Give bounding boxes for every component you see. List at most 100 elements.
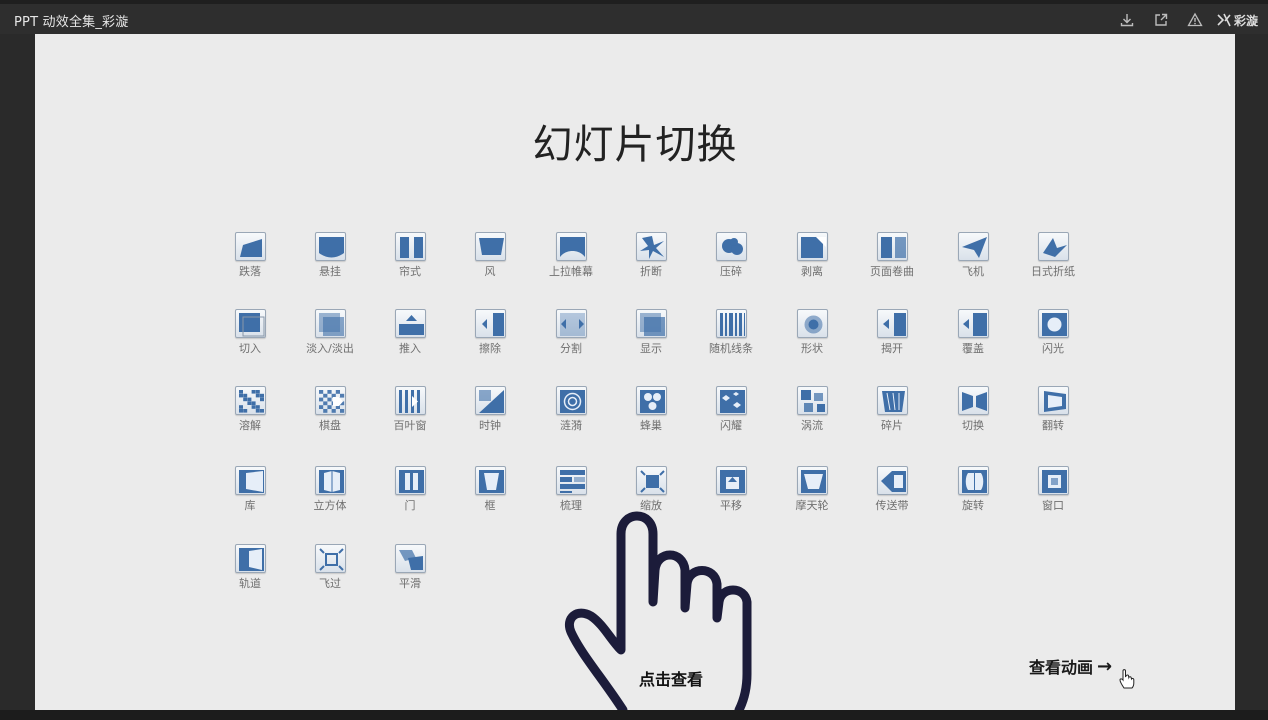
view-animation-link[interactable]: 查看动画 → [1029,654,1112,678]
push-icon [394,309,426,338]
brand-icon [1217,13,1231,27]
download-icon [1120,14,1134,27]
transition-label: 覆盖 [962,342,984,355]
flip-icon [1037,386,1069,415]
transition-label: 闪光 [1042,342,1064,355]
transition-label: 日式折纸 [1031,265,1075,278]
transition-item[interactable]: 形状 [777,309,847,365]
transition-label: 轨道 [239,577,261,590]
fly-through-icon [314,544,346,573]
transition-item[interactable]: 闪耀 [696,386,766,442]
transition-item[interactable]: 分割 [536,309,606,365]
transition-item[interactable]: 压碎 [696,232,766,288]
report-button[interactable] [1184,9,1206,31]
transition-item[interactable]: 风 [455,232,525,288]
transition-item[interactable]: 揭开 [857,309,927,365]
peel-off-icon [796,232,828,261]
transition-label: 切入 [239,342,261,355]
transition-item[interactable]: 涟漪 [536,386,606,442]
drape-icon [314,232,346,261]
box-icon [474,466,506,495]
origami-icon [1037,232,1069,261]
transition-item[interactable]: 窗口 [1018,466,1088,522]
crush-icon [715,232,747,261]
conveyor-icon [876,466,908,495]
transition-item[interactable]: 平滑 [375,544,445,600]
transition-item[interactable]: 推入 [375,309,445,365]
transition-item[interactable]: 切换 [938,386,1008,442]
ferris-wheel-icon [796,466,828,495]
transition-item[interactable]: 覆盖 [938,309,1008,365]
transition-item[interactable]: 翻转 [1018,386,1088,442]
switch-icon [957,386,989,415]
clock-icon [474,386,506,415]
transition-item[interactable]: 门 [375,466,445,522]
split-icon [555,309,587,338]
transition-label: 溶解 [239,419,261,432]
arrow-right-icon: → [1097,655,1113,677]
transition-item[interactable]: 切入 [215,309,285,365]
curtains-icon [394,232,426,261]
transition-item[interactable]: 淡入/淡出 [295,309,365,365]
transition-label: 形状 [801,342,823,355]
title-bar-actions: 彩漩 [1104,9,1258,31]
transition-item[interactable]: 折断 [616,232,686,288]
transition-item[interactable]: 立方体 [295,466,365,522]
transition-item[interactable]: 传送带 [857,466,927,522]
transition-item[interactable]: 旋转 [938,466,1008,522]
transition-item[interactable]: 显示 [616,309,686,365]
transition-item[interactable]: 库 [215,466,285,522]
warning-icon [1187,12,1203,27]
external-link-icon [1155,13,1168,26]
ripple-icon [555,386,587,415]
transition-item[interactable]: 轨道 [215,544,285,600]
transition-label: 翻转 [1042,419,1064,432]
transition-label: 飞机 [962,265,984,278]
transition-label: 门 [404,499,416,512]
prestige-icon [555,232,587,261]
gallery-icon [234,466,266,495]
fracture-icon [635,232,667,261]
transition-item[interactable]: 日式折纸 [1018,232,1088,288]
transition-item[interactable]: 跌落 [215,232,285,288]
open-external-button[interactable] [1150,9,1172,31]
download-button[interactable] [1116,9,1138,31]
transition-label: 蜂巢 [640,419,662,432]
title-bar: PPT 动效全集_彩漩 彩漩 [0,0,1268,34]
transition-label: 压碎 [720,265,742,278]
transition-item[interactable]: 溶解 [215,386,285,442]
shape-icon [796,309,828,338]
bottom-strip [0,710,1268,720]
transition-item[interactable]: 擦除 [455,309,525,365]
transition-item[interactable]: 上拉帷幕 [536,232,606,288]
transition-item[interactable]: 剥离 [777,232,847,288]
transition-label: 旋转 [962,499,984,512]
shred-icon [876,386,908,415]
transition-item[interactable]: 随机线条 [696,309,766,365]
transition-item[interactable]: 时钟 [455,386,525,442]
transition-item[interactable]: 帘式 [375,232,445,288]
left-gutter [0,34,35,710]
transition-label: 擦除 [479,342,501,355]
transition-item[interactable]: 飞机 [938,232,1008,288]
transition-label: 百叶窗 [393,419,427,432]
transition-item[interactable]: 百叶窗 [375,386,445,442]
transition-item[interactable]: 闪光 [1018,309,1088,365]
transition-label: 摩天轮 [795,499,829,512]
transition-label: 上拉帷幕 [549,265,593,278]
vortex-icon [796,386,828,415]
transition-item[interactable]: 碎片 [857,386,927,442]
flash-icon [1037,309,1069,338]
transition-item[interactable]: 飞过 [295,544,365,600]
transition-item[interactable]: 页面卷曲 [857,232,927,288]
transition-label: 显示 [640,342,662,355]
transition-item[interactable]: 框 [455,466,525,522]
transition-label: 风 [484,265,496,278]
transition-item[interactable]: 棋盘 [295,386,365,442]
transition-item[interactable]: 涡流 [777,386,847,442]
transition-label: 淡入/淡出 [306,342,354,355]
brand-logo[interactable]: 彩漩 [1216,12,1258,29]
transition-item[interactable]: 悬挂 [295,232,365,288]
transition-label: 平滑 [399,577,421,590]
transition-item[interactable]: 蜂巢 [616,386,686,442]
